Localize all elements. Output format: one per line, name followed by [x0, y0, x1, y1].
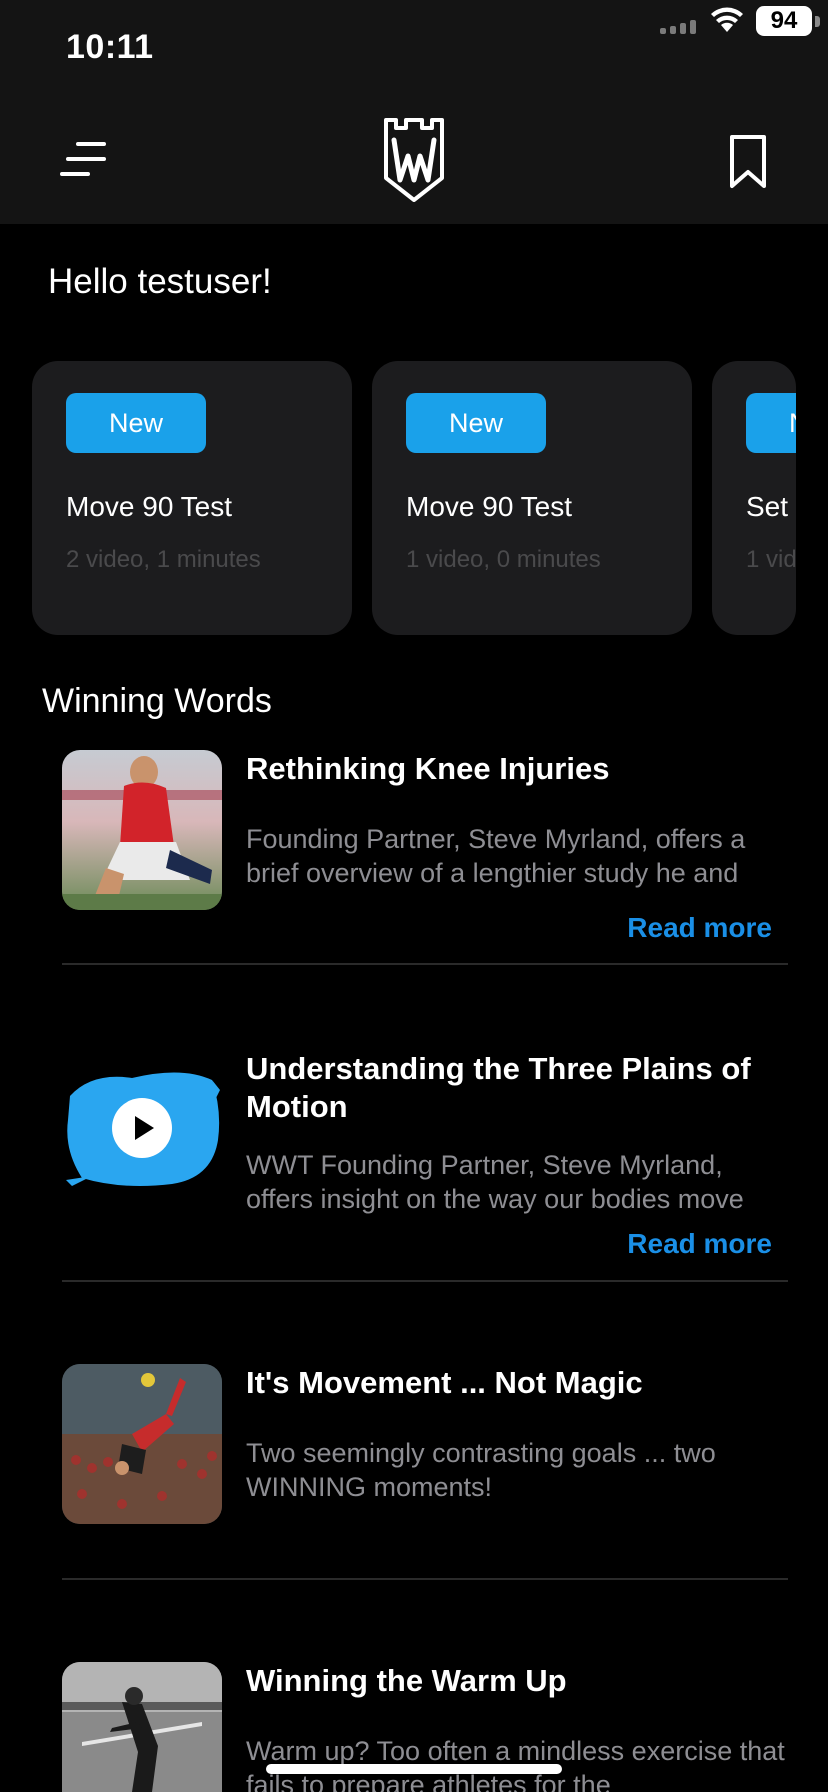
section-title: Winning Words	[42, 682, 272, 720]
divider	[62, 1280, 788, 1282]
article-item[interactable]: Rethinking Knee Injuries Founding Partne…	[62, 750, 788, 966]
workout-meta: 1 video, 0 minutes	[406, 546, 601, 573]
read-more-link[interactable]: Read more	[627, 1228, 772, 1260]
workout-card[interactable]: New Move 90 Test 1 video, 0 minutes	[372, 361, 692, 635]
status-time: 10:11	[66, 28, 154, 66]
status-bar: 10:11 94	[0, 0, 828, 100]
workout-title: Set	[746, 491, 789, 522]
article-item[interactable]: Understanding the Three Plains of Motion…	[62, 1050, 788, 1280]
battery-tip	[815, 16, 820, 27]
workout-carousel[interactable]: New Move 90 Test 2 video, 1 minutes New …	[32, 361, 796, 637]
workout-title: Move 90 Test	[406, 491, 573, 522]
menu-icon[interactable]	[60, 142, 106, 178]
workout-meta: 2 video, 1 minutes	[66, 546, 261, 573]
article-description: Founding Partner, Steve Myrland, offers …	[246, 824, 746, 888]
home-indicator[interactable]	[266, 1764, 562, 1774]
new-badge: New	[406, 393, 546, 453]
divider	[62, 1578, 788, 1580]
article-item[interactable]: It's Movement ... Not Magic Two seemingl…	[62, 1364, 788, 1564]
battery-level: 94	[756, 6, 812, 36]
article-description: Warm up? Too often a mindless exercise t…	[246, 1736, 785, 1792]
greeting-text: Hello testuser!	[48, 262, 272, 301]
read-more-link[interactable]: Read more	[627, 912, 772, 944]
article-title[interactable]: Rethinking Knee Injuries	[246, 750, 766, 788]
article-thumbnail[interactable]	[62, 1662, 222, 1792]
wwt-logo-icon[interactable]	[382, 118, 446, 202]
article-title[interactable]: Understanding the Three Plains of Motion	[246, 1050, 766, 1126]
signal-icon	[660, 20, 696, 34]
article-title[interactable]: It's Movement ... Not Magic	[246, 1364, 766, 1402]
article-description: Two seemingly contrasting goals ... two …	[246, 1438, 716, 1502]
article-title[interactable]: Winning the Warm Up	[246, 1662, 766, 1700]
battery-icon: 94	[756, 6, 820, 36]
article-thumbnail[interactable]	[62, 1364, 222, 1524]
workout-title: Move 90 Test	[66, 491, 233, 522]
article-description: WWT Founding Partner, Steve Myrland, off…	[246, 1150, 744, 1214]
new-badge: New	[746, 393, 796, 453]
article-thumbnail[interactable]	[62, 750, 222, 910]
new-badge: New	[66, 393, 206, 453]
workout-card[interactable]: New Move 90 Test 2 video, 1 minutes	[32, 361, 352, 635]
workout-card[interactable]: New Set 1 vid	[712, 361, 796, 635]
divider	[62, 963, 788, 965]
article-thumbnail[interactable]	[62, 1050, 222, 1210]
workout-meta: 1 vid	[746, 546, 796, 573]
top-nav-bar	[0, 100, 828, 224]
bookmark-icon[interactable]	[728, 134, 768, 190]
wifi-icon	[711, 7, 743, 32]
